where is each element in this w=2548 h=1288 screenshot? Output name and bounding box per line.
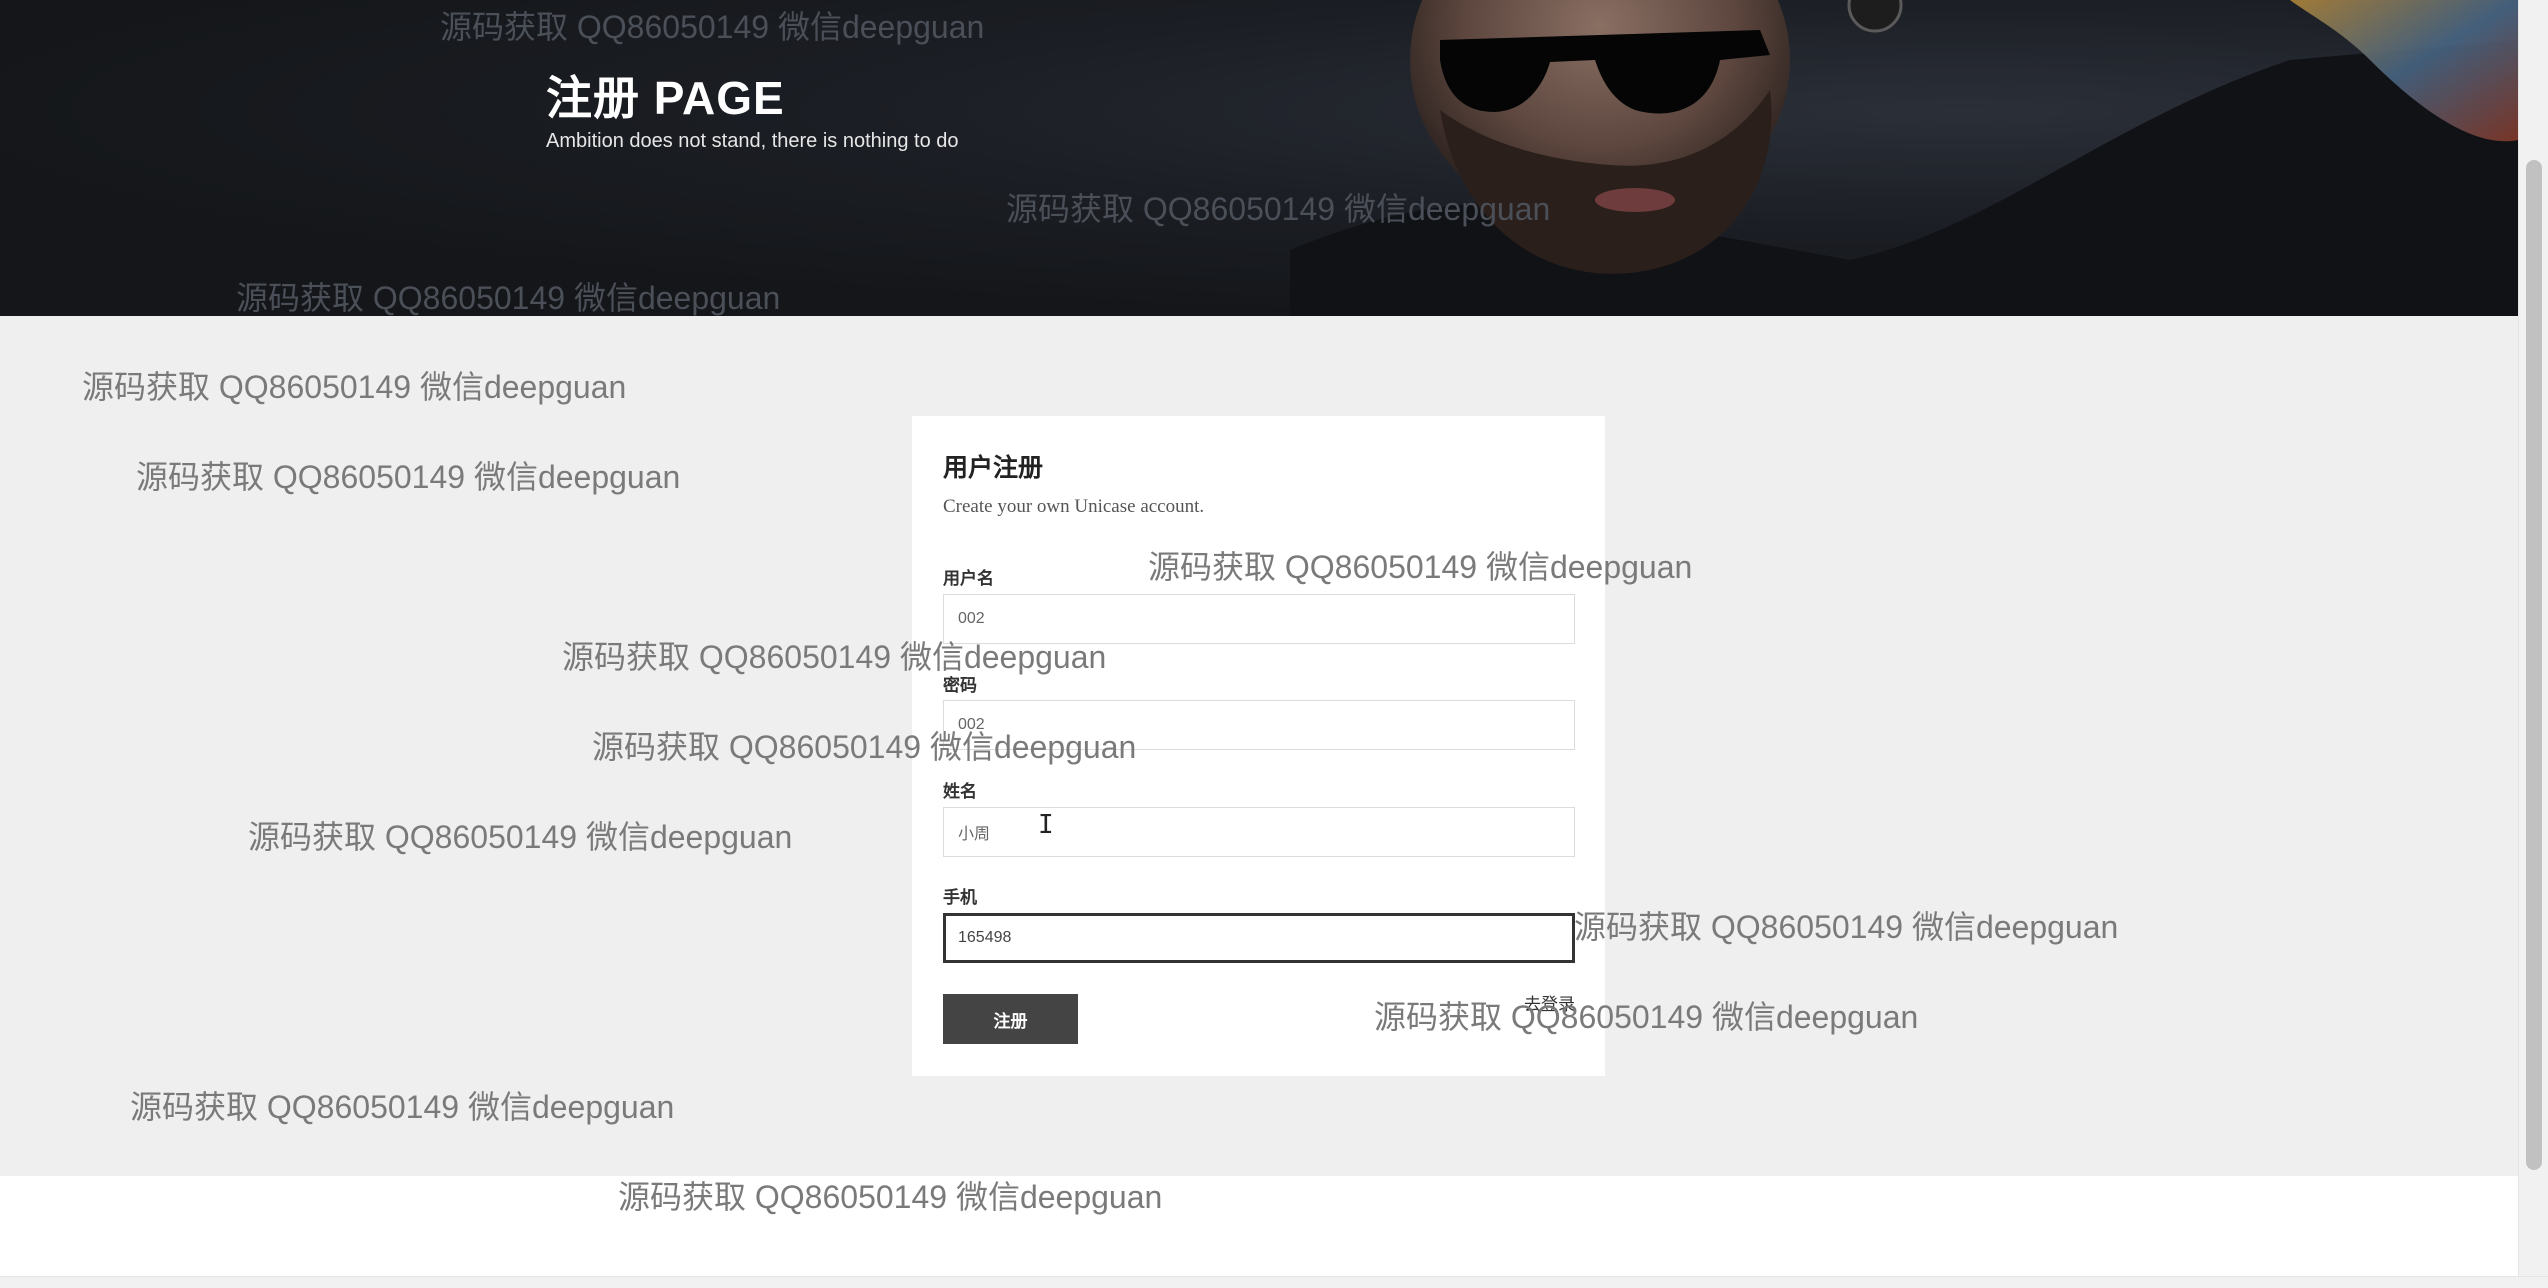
form-title: 用户注册 xyxy=(943,454,1044,482)
vertical-scrollbar[interactable] xyxy=(2518,0,2548,1288)
password-input[interactable] xyxy=(943,700,1575,750)
username-label: 用户名 xyxy=(943,569,994,588)
password-label: 密码 xyxy=(943,676,977,695)
name-label: 姓名 xyxy=(943,782,977,801)
hero-banner: 注册 PAGE Ambition does not stand, there i… xyxy=(0,0,2518,316)
scrollbar-thumb[interactable] xyxy=(2526,160,2542,1170)
bearded-man-photo-icon xyxy=(1290,0,2518,316)
phone-input[interactable] xyxy=(943,913,1575,963)
register-button[interactable]: 注册 xyxy=(943,994,1078,1044)
username-input[interactable] xyxy=(943,594,1575,644)
text-cursor-icon: I xyxy=(1038,810,1054,840)
phone-label: 手机 xyxy=(943,888,977,907)
watermark-text: 源码获取 QQ86050149 微信deepguan xyxy=(618,1179,1163,1215)
login-link[interactable]: 去登录 xyxy=(1524,990,1575,1015)
horizontal-scrollbar[interactable] xyxy=(0,1276,2548,1288)
registration-card: 用户注册 Create your own Unicase account. 用户… xyxy=(912,416,1605,1076)
hero-photo xyxy=(1290,0,2518,316)
form-description: Create your own Unicase account. xyxy=(943,496,1205,517)
page-title: 注册 PAGE xyxy=(546,72,785,124)
page-subtitle: Ambition does not stand, there is nothin… xyxy=(546,130,959,152)
